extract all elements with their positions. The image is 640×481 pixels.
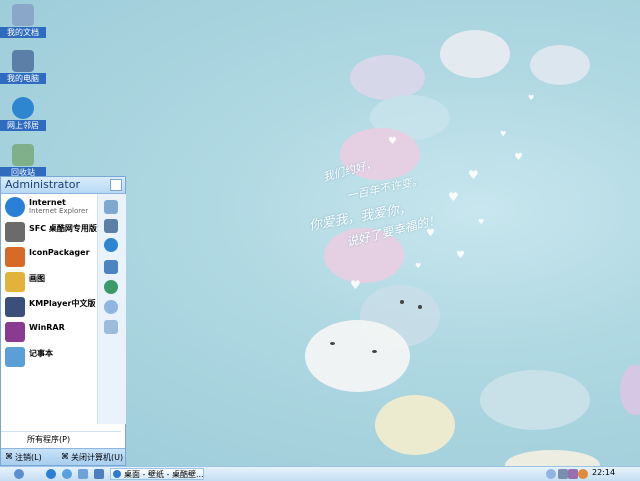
tray-arrow-icon[interactable] bbox=[546, 469, 556, 479]
desktop-icon-label: 我的文档 bbox=[0, 27, 46, 38]
computer-icon[interactable] bbox=[104, 219, 118, 233]
pinned-winrar[interactable]: WinRAR bbox=[1, 319, 97, 344]
start-menu-header: Administrator bbox=[1, 177, 125, 194]
desktop-icon-my-computer[interactable]: 我的电脑 bbox=[0, 48, 46, 84]
quicklaunch-folder-icon[interactable] bbox=[94, 469, 104, 479]
tray-network-icon[interactable] bbox=[558, 469, 568, 479]
pinned-iconpackager[interactable]: IconPackager bbox=[1, 244, 97, 269]
start-menu: Administrator Internet Internet Explorer… bbox=[0, 176, 126, 466]
taskbar: 桌面 - 壁纸 - 桌酷壁... 22:14 bbox=[0, 466, 640, 481]
wallpaper-stone bbox=[480, 370, 590, 430]
tray-app-icon[interactable] bbox=[578, 469, 588, 479]
stone-face-eye bbox=[418, 305, 422, 309]
pinned-title: WinRAR bbox=[29, 323, 65, 332]
heart-decoration: ♥ bbox=[426, 228, 435, 239]
desktop-icon-recycle-bin[interactable]: 回收站 bbox=[0, 142, 46, 178]
pinned-programs: Internet Internet Explorer SFC 桌酷网专用版 Ic… bbox=[1, 194, 97, 369]
winrar-icon bbox=[5, 322, 25, 342]
heart-decoration: ♥ bbox=[478, 218, 485, 226]
shutdown-button[interactable]: 关闭计算机(U) bbox=[71, 452, 123, 463]
heart-decoration: ♥ bbox=[528, 94, 535, 102]
heart-decoration: ♥ bbox=[500, 130, 507, 138]
stone-face-eye bbox=[372, 350, 377, 353]
ie-task-icon bbox=[113, 470, 121, 478]
notepad-icon bbox=[5, 347, 25, 367]
search-icon[interactable] bbox=[104, 300, 118, 314]
task-button-wallpaper[interactable]: 桌面 - 壁纸 - 桌酷壁... bbox=[110, 468, 204, 480]
my-computer-icon bbox=[12, 50, 34, 72]
network-icon bbox=[12, 97, 34, 119]
pinned-title: IconPackager bbox=[29, 248, 90, 257]
start-menu-places bbox=[97, 194, 126, 424]
tray-volume-icon[interactable] bbox=[568, 469, 578, 479]
quicklaunch-desktop-icon[interactable] bbox=[78, 469, 88, 479]
desktop-icon-label: 我的电脑 bbox=[0, 73, 46, 84]
task-button-label: 桌面 - 壁纸 - 桌酷壁... bbox=[124, 470, 204, 479]
internet-explorer-icon bbox=[5, 197, 25, 217]
pinned-title: SFC 桌酷网专用版 bbox=[29, 224, 97, 233]
start-menu-footer: ⌘ 注销(L) ⌘ 关闭计算机(U) bbox=[1, 448, 125, 465]
pinned-paint[interactable]: 画图 bbox=[1, 269, 97, 294]
pinned-internet[interactable]: Internet Internet Explorer bbox=[1, 194, 97, 219]
stone-face-eye bbox=[330, 342, 335, 345]
pinned-title: KMPlayer中文版 bbox=[29, 299, 96, 308]
user-picture-icon[interactable] bbox=[110, 179, 122, 191]
kmplayer-icon bbox=[5, 297, 25, 317]
logoff-button[interactable]: 注销(L) bbox=[15, 452, 42, 463]
start-button[interactable] bbox=[14, 469, 24, 479]
pinned-title: Internet bbox=[29, 198, 66, 207]
my-documents-icon bbox=[12, 4, 34, 26]
pinned-title: 画图 bbox=[29, 274, 45, 283]
wallpaper-stone bbox=[530, 45, 590, 85]
system-tray bbox=[540, 467, 640, 481]
heart-decoration: ♥ bbox=[350, 278, 361, 292]
wallpaper-stone bbox=[620, 365, 640, 415]
wallpaper-stone bbox=[505, 450, 600, 466]
heart-decoration: ♥ bbox=[514, 152, 523, 163]
heart-decoration: ♥ bbox=[388, 136, 397, 147]
run-icon[interactable] bbox=[104, 320, 118, 334]
wallpaper-stone bbox=[350, 55, 425, 100]
control-panel-icon[interactable] bbox=[104, 260, 118, 274]
desktop-icon-my-documents[interactable]: 我的文档 bbox=[0, 2, 46, 38]
sfc-icon bbox=[5, 222, 25, 242]
desktop-icon-label: 网上邻居 bbox=[0, 120, 46, 131]
pinned-kmplayer[interactable]: KMPlayer中文版 bbox=[1, 294, 97, 319]
heart-decoration: ♥ bbox=[456, 250, 465, 261]
paint-icon bbox=[5, 272, 25, 292]
globe-icon[interactable] bbox=[104, 280, 118, 294]
pinned-title: 记事本 bbox=[29, 349, 53, 358]
pinned-sfc[interactable]: SFC 桌酷网专用版 bbox=[1, 219, 97, 244]
wallpaper-stone bbox=[440, 30, 510, 78]
pinned-subtitle: Internet Explorer bbox=[29, 207, 89, 215]
shutdown-icon: ⌘ bbox=[61, 452, 69, 461]
desktop-icon-network[interactable]: 网上邻居 bbox=[0, 95, 46, 131]
clock[interactable]: 22:14 bbox=[592, 468, 615, 477]
iconpackager-icon bbox=[5, 247, 25, 267]
heart-decoration: ♥ bbox=[468, 168, 479, 182]
user-name: Administrator bbox=[5, 178, 80, 191]
pinned-notepad[interactable]: 记事本 bbox=[1, 344, 97, 369]
quicklaunch-ie-icon[interactable] bbox=[46, 469, 56, 479]
heart-decoration: ♥ bbox=[415, 262, 422, 270]
quicklaunch-media-icon[interactable] bbox=[62, 469, 72, 479]
all-programs-button[interactable]: 所有程序(P) bbox=[1, 431, 121, 445]
wallpaper-stone bbox=[305, 320, 410, 392]
folder-icon[interactable] bbox=[104, 200, 118, 214]
heart-decoration: ♥ bbox=[448, 190, 459, 204]
stone-face-eye bbox=[400, 300, 404, 304]
wallpaper-stone bbox=[375, 395, 455, 455]
recycle-bin-icon bbox=[12, 144, 34, 166]
internet-icon[interactable] bbox=[104, 238, 118, 252]
logoff-icon: ⌘ bbox=[5, 452, 13, 461]
